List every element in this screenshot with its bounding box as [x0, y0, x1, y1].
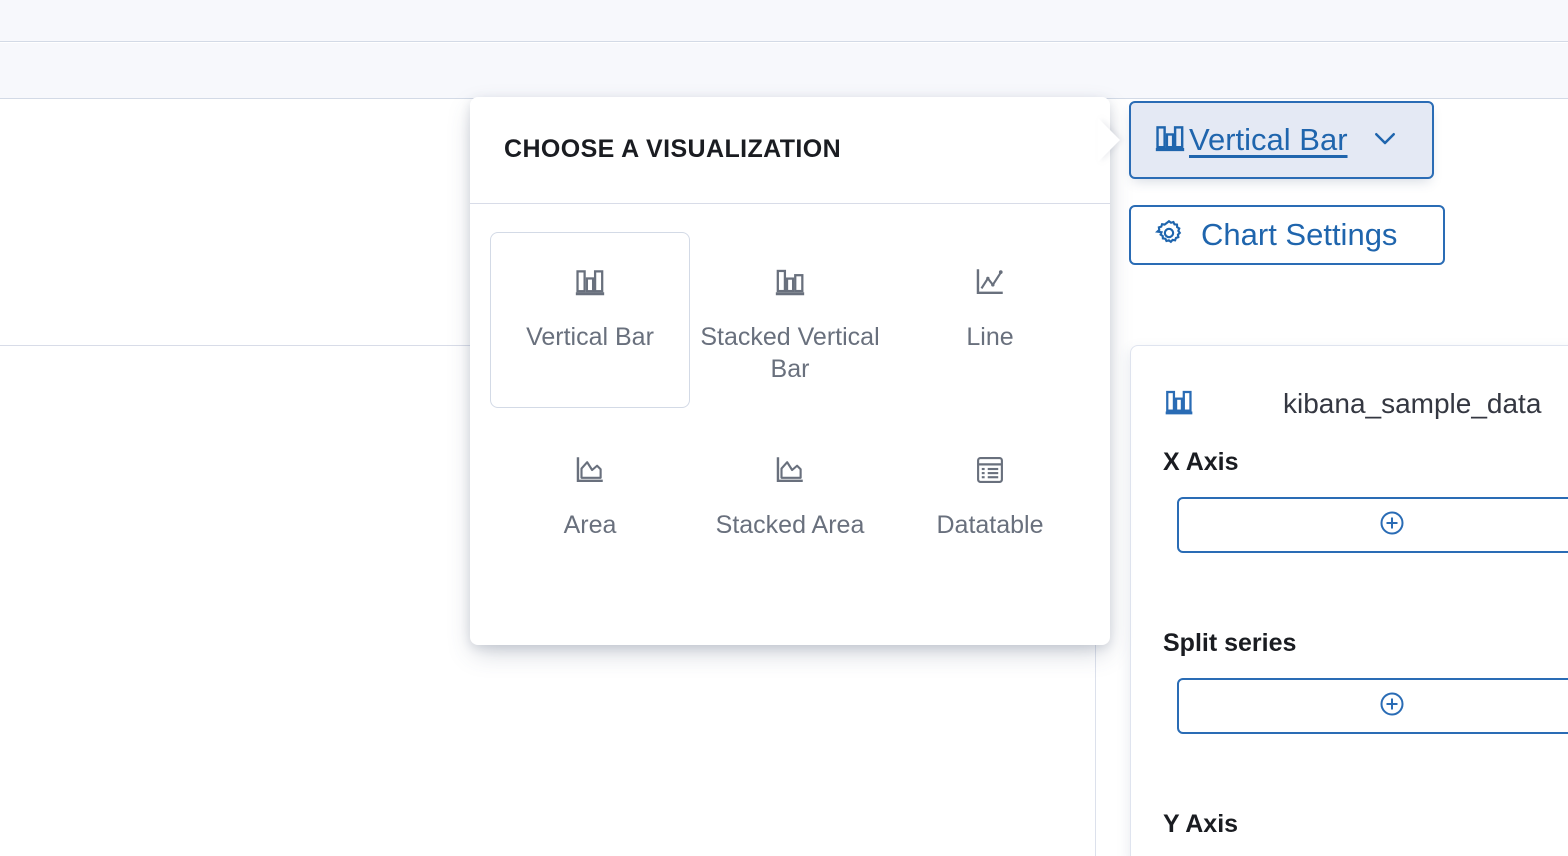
vertical-bar-icon	[573, 259, 607, 305]
visualization-type-button[interactable]: Vertical Bar	[1129, 101, 1434, 179]
viz-option-datatable[interactable]: Datatable	[890, 420, 1090, 564]
chevron-down-icon	[1370, 123, 1400, 158]
plus-circle-icon	[1377, 689, 1407, 724]
viz-option-stacked-vertical-bar[interactable]: Stacked Vertical Bar	[690, 232, 890, 408]
viz-option-label: Line	[966, 323, 1014, 351]
viz-option-label: Vertical Bar	[526, 323, 654, 351]
viz-option-stacked-area[interactable]: Stacked Area	[690, 420, 890, 564]
dataset-name: kibana_sample_data	[1283, 388, 1542, 419]
secondary-chrome-band	[0, 43, 1568, 99]
y-axis-label: Y Axis	[1163, 810, 1239, 838]
viz-option-label: Area	[563, 511, 617, 539]
top-chrome-band	[0, 0, 1568, 42]
config-panel-header: kibana_sample_data	[1131, 384, 1568, 424]
viz-option-label: Datatable	[936, 511, 1044, 539]
chart-settings-label: Chart Settings	[1201, 217, 1398, 252]
visualization-options-grid: Vertical Bar Stacked Vertical Bar Line A…	[470, 204, 1110, 564]
viz-option-label: Stacked Area	[715, 511, 865, 539]
app-root: Vertical Bar Chart Settings kibana_sampl…	[0, 0, 1568, 856]
choose-visualization-popover: CHOOSE A VISUALIZATION Vertical Bar Stac…	[470, 97, 1110, 645]
vertical-bar-icon	[1163, 386, 1195, 423]
line-chart-icon	[973, 259, 1007, 305]
viz-option-vertical-bar[interactable]: Vertical Bar	[490, 232, 690, 408]
chart-settings-button[interactable]: Chart Settings	[1129, 205, 1445, 265]
split-series-label: Split series	[1163, 629, 1297, 657]
right-action-buttons: Vertical Bar Chart Settings	[1129, 101, 1559, 265]
viz-option-label: Stacked Vertical Bar	[700, 323, 880, 383]
visualization-type-label: Vertical Bar	[1189, 122, 1348, 157]
gear-icon	[1153, 217, 1185, 254]
chart-config-panel: kibana_sample_data X Axis Split series Y…	[1130, 345, 1568, 856]
plus-circle-icon	[1377, 508, 1407, 543]
popover-arrow	[1098, 118, 1120, 162]
stacked-vertical-bar-icon	[773, 259, 807, 305]
x-axis-label: X Axis	[1163, 448, 1239, 476]
area-chart-icon	[573, 447, 607, 493]
viz-option-area[interactable]: Area	[490, 420, 690, 564]
add-x-axis-dimension-button[interactable]	[1177, 497, 1568, 553]
datatable-icon	[973, 447, 1007, 493]
stacked-area-chart-icon	[773, 447, 807, 493]
add-split-series-dimension-button[interactable]	[1177, 678, 1568, 734]
vertical-bar-icon	[1153, 121, 1187, 160]
popover-title: CHOOSE A VISUALIZATION	[504, 135, 842, 163]
viz-option-line[interactable]: Line	[890, 232, 1090, 408]
